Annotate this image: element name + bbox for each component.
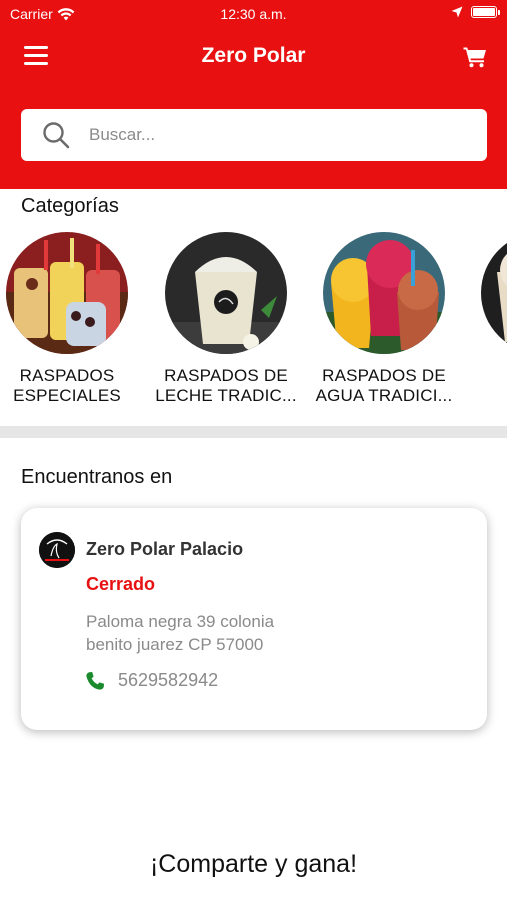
battery-icon [471,6,500,18]
locations-heading: Encuentranos en [21,466,173,488]
page-title: Zero Polar [201,44,306,67]
category-item-raspados-agua[interactable]: RASPADOS DE AGUA TRADICI... [304,228,464,406]
category-item-raspados-leche[interactable]: RASPADOS DE LECHE TRADIC... [146,228,306,406]
categories-carousel[interactable]: RASPADOS ESPECIALES RASPADOS DE LECHE TR… [0,228,507,418]
category-image-especiales [6,232,128,354]
clock: 12:30 a.m. [220,6,287,22]
category-image-leche [165,232,287,354]
category-image-agua [323,232,445,354]
phone-icon [86,672,104,690]
category-label: I [462,366,507,386]
search-bar[interactable] [21,109,487,161]
status-indicators [451,6,500,18]
store-status-badge: Cerrado [86,574,156,594]
store-card[interactable]: Zero Polar Palacio Cerrado Paloma negra … [21,508,487,730]
category-label: RASPADOS DE AGUA TRADICI... [315,366,453,405]
search-input[interactable] [89,125,449,145]
app-header: Carrier 12:30 a.m. Zero Polar [0,0,507,189]
nav-bar: Zero Polar [0,30,507,84]
search-icon [43,122,70,149]
cart-icon[interactable] [463,46,487,68]
category-item-raspados-especiales[interactable]: RASPADOS ESPECIALES [0,228,147,406]
store-phone[interactable]: 5629582942 [118,670,218,691]
store-logo [39,532,75,568]
category-label: RASPADOS ESPECIALES [13,366,121,405]
share-and-earn-title: ¡Comparte y gana! [149,850,358,878]
section-divider [0,426,507,438]
category-image-partial [481,232,507,354]
location-arrow-icon [451,6,463,18]
category-item-partial[interactable]: I [462,228,507,386]
categories-heading: Categorías [21,195,119,217]
category-label: RASPADOS DE LECHE TRADIC... [155,366,297,405]
store-name: Zero Polar Palacio [86,539,244,559]
store-address: Paloma negra 39 colonia benito juarez CP… [86,612,275,654]
status-bar: Carrier 12:30 a.m. [0,0,507,28]
